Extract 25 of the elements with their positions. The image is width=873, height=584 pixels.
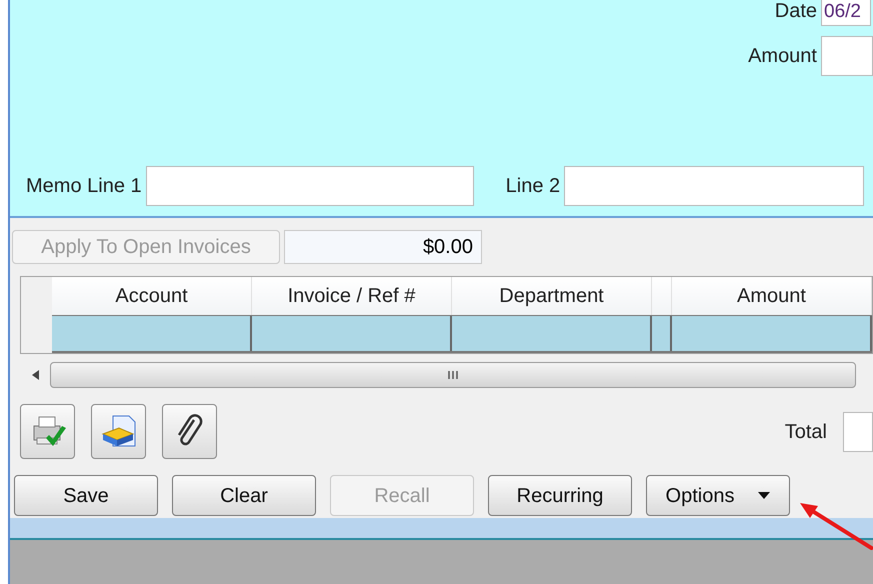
column-header[interactable]: Amount: [672, 277, 872, 315]
column-header[interactable]: Invoice / Ref #: [252, 277, 452, 315]
scroll-left-icon[interactable]: [32, 370, 38, 380]
toolbar-button[interactable]: [91, 404, 146, 459]
caret-icon: [758, 492, 770, 500]
line-2-field[interactable]: [564, 166, 864, 206]
toolbar-button[interactable]: [162, 404, 217, 459]
date-label: Date: [774, 0, 817, 24]
applied-amount-field: $0.00: [284, 230, 482, 264]
form-button[interactable]: Recurring: [488, 475, 632, 516]
amount-label: Amount: [748, 44, 817, 69]
line-2-label: Line 2: [506, 174, 560, 199]
form-button[interactable]: Clear: [172, 475, 316, 516]
amount-field[interactable]: [821, 36, 873, 76]
form-button[interactable]: Save: [14, 475, 158, 516]
date-field[interactable]: 06/2: [821, 0, 871, 26]
grip-icon: [447, 370, 459, 380]
total-field[interactable]: [843, 412, 873, 452]
column-header[interactable]: Account: [52, 277, 252, 315]
scrollbar-thumb[interactable]: [50, 362, 856, 388]
memo-line-label: Memo Line 1: [26, 174, 142, 199]
column-header[interactable]: Department: [452, 277, 652, 315]
memo-line-field[interactable]: [146, 166, 474, 206]
options-dropdown-button[interactable]: Options: [646, 475, 790, 516]
total-label: Total: [784, 420, 827, 444]
